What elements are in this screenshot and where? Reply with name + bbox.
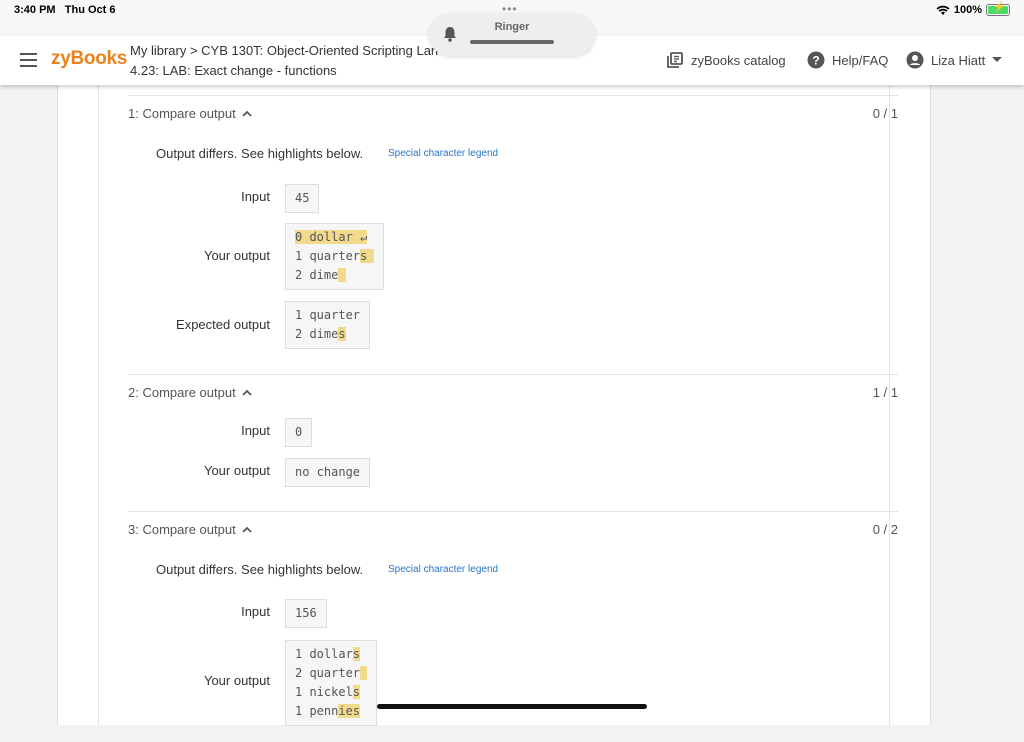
test-3-diff-message: Output differs. See highlights below. — [156, 562, 364, 577]
zybooks-catalog-link[interactable]: zyBooks catalog — [666, 51, 786, 69]
home-indicator[interactable] — [377, 704, 647, 709]
test-1-expected-output-label: Expected output — [176, 317, 270, 332]
test-3-input: 156 — [285, 599, 327, 628]
output-line-text: 2 quarter — [295, 666, 361, 680]
test-2-input: 0 — [285, 418, 313, 447]
battery-icon: ⚡ — [986, 2, 1010, 16]
test-3-your-output: 1 dollars 2 quarter 1 nickels 1 pennies — [285, 640, 378, 726]
chevron-up-icon — [242, 526, 252, 533]
test-1-score: 0 / 1 — [872, 106, 898, 121]
diff-highlight: ies — [338, 704, 361, 718]
test-2-title[interactable]: 2: Compare output — [128, 385, 252, 400]
section-title: 4.23: LAB: Exact change - functions — [130, 63, 337, 78]
battery-percent: 100% — [953, 4, 982, 16]
test-1-title-label: 1: Compare output — [128, 106, 236, 121]
chevron-up-icon — [242, 389, 252, 396]
test-3-your-output-label: Your output — [203, 673, 270, 688]
breadcrumb[interactable]: My library > CYB 130T: Object-Oriented S… — [130, 43, 470, 58]
diff-highlight — [338, 268, 346, 282]
ringer-label: Ringer — [494, 21, 530, 33]
output-line: 2 quarter — [295, 664, 368, 683]
diff-highlight: s — [360, 249, 375, 263]
test-1-section: 1: Compare output 0 / 1 Output differs. … — [128, 95, 898, 374]
test-2-score: 1 / 1 — [872, 385, 898, 400]
output-line: 1 pennies — [295, 702, 367, 721]
output-line-text: 1 dollar — [295, 647, 353, 661]
status-time: 3:40 PM Thu Oct 6 — [14, 4, 116, 16]
chevron-up-icon — [242, 110, 252, 117]
ringer-hud: Ringer — [429, 14, 595, 56]
chevron-down-icon — [992, 57, 1003, 62]
test-2-title-label: 2: Compare output — [128, 385, 236, 400]
test-1-input: 45 — [285, 184, 320, 213]
test-1-title[interactable]: 1: Compare output — [128, 106, 252, 121]
test-1-your-output: 0 dollar ↵ 1 quarters 2 dime — [285, 223, 385, 290]
test-3-score: 0 / 2 — [872, 522, 898, 537]
catalog-label: zyBooks catalog — [691, 52, 786, 68]
output-line: 1 nickels — [295, 683, 367, 702]
output-line: 2 dimes — [295, 325, 360, 344]
test-2-section: 2: Compare output 1 / 1 Input 0 Your out… — [128, 374, 898, 511]
output-line-text: 1 quarter — [295, 308, 361, 322]
wifi-icon — [936, 5, 950, 15]
test-3-input-label: Input — [241, 604, 270, 619]
output-line-text: 2 dime — [295, 327, 339, 341]
help-label: Help/FAQ — [832, 52, 889, 68]
zybooks-logo[interactable]: zyBooks — [51, 48, 127, 70]
output-line-text: 2 dime — [295, 268, 339, 282]
menu-icon[interactable] — [20, 53, 37, 67]
diff-highlight: 0 dollar ↵ — [295, 230, 368, 244]
svg-text:?: ? — [812, 54, 819, 68]
lab-results-card: 1: Compare output 0 / 1 Output differs. … — [57, 85, 931, 726]
diff-highlight: s — [352, 647, 361, 661]
library-books-icon — [667, 52, 683, 68]
diff-highlight — [360, 666, 368, 680]
test-1-input-label: Input — [241, 189, 270, 204]
test-2-input-label: Input — [241, 423, 270, 438]
user-name: Liza Hiatt — [931, 52, 986, 68]
diff-highlight: s — [338, 327, 346, 341]
status-indicators: 100% ⚡ — [936, 2, 1010, 16]
test-2-your-output-label: Your output — [203, 463, 270, 478]
output-line: 1 dollars — [295, 645, 367, 664]
help-faq-link[interactable]: ? Help/FAQ — [807, 51, 888, 69]
output-line: 1 quarters — [295, 247, 375, 266]
test-3-title-label: 3: Compare output — [128, 522, 236, 537]
test-3-legend-link[interactable]: Special character legend — [388, 564, 498, 575]
output-line: 2 dime — [295, 266, 374, 285]
output-line-text: 1 quarter — [295, 249, 361, 263]
output-line: 0 dollar ↵ — [295, 228, 374, 247]
test-3-title[interactable]: 3: Compare output — [128, 522, 252, 537]
test-1-legend-link[interactable]: Special character legend — [388, 148, 498, 159]
test-2-your-output: no change — [285, 458, 371, 487]
output-line-text: 1 nickel — [295, 685, 353, 699]
output-line-text: 1 penn — [295, 704, 339, 718]
test-1-diff-message: Output differs. See highlights below. — [156, 146, 364, 161]
output-line: 1 quarter — [295, 306, 360, 325]
help-icon: ? — [807, 51, 825, 69]
test-1-expected-output: 1 quarter 2 dimes — [285, 301, 371, 349]
diff-highlight: s — [352, 685, 361, 699]
user-menu[interactable]: Liza Hiatt — [906, 51, 1003, 69]
account-icon — [906, 51, 924, 69]
ringer-volume-bar — [470, 40, 554, 44]
test-1-your-output-label: Your output — [203, 248, 270, 263]
